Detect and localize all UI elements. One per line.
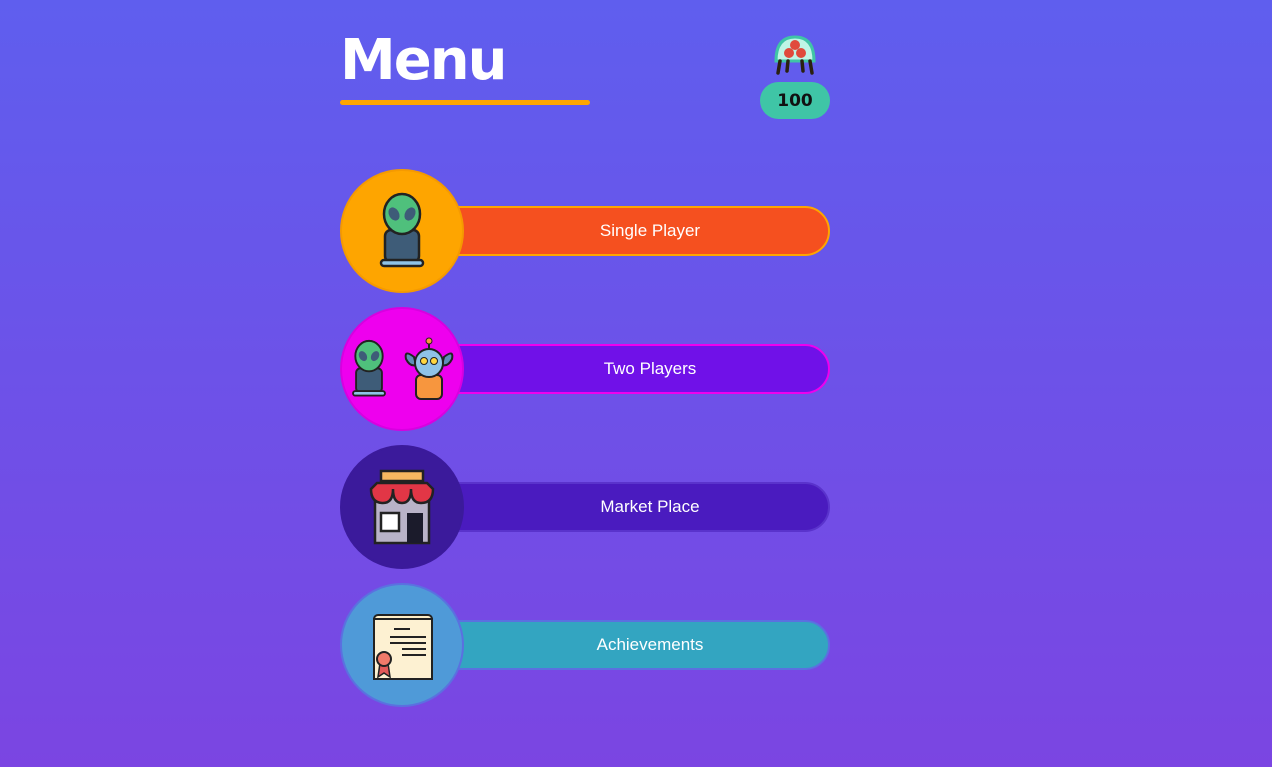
alien-icon — [352, 339, 386, 397]
market-place-circle[interactable] — [340, 445, 464, 569]
menu-two-players[interactable]: Two Players — [340, 307, 830, 431]
two-players-button[interactable]: Two Players — [430, 344, 830, 394]
page-title: Menu — [340, 28, 507, 93]
two-players-circle[interactable] — [340, 307, 464, 431]
market-place-button[interactable]: Market Place — [430, 482, 830, 532]
certificate-icon — [373, 614, 433, 680]
menu-market-place[interactable]: Market Place — [340, 445, 830, 569]
single-player-circle[interactable] — [340, 169, 464, 293]
single-player-button[interactable]: Single Player — [430, 206, 830, 256]
menu-achievements[interactable]: Achievements — [340, 583, 830, 707]
shop-icon — [369, 469, 435, 545]
coin-balance: 100 — [760, 82, 830, 119]
achievements-circle[interactable] — [340, 583, 464, 707]
robot-alien-icon — [404, 337, 454, 400]
achievements-button[interactable]: Achievements — [430, 620, 830, 670]
jellyfish-alien-icon — [774, 35, 816, 75]
title-underline — [340, 100, 590, 105]
menu-single-player[interactable]: Single Player — [340, 169, 830, 293]
alien-icon — [379, 192, 425, 268]
